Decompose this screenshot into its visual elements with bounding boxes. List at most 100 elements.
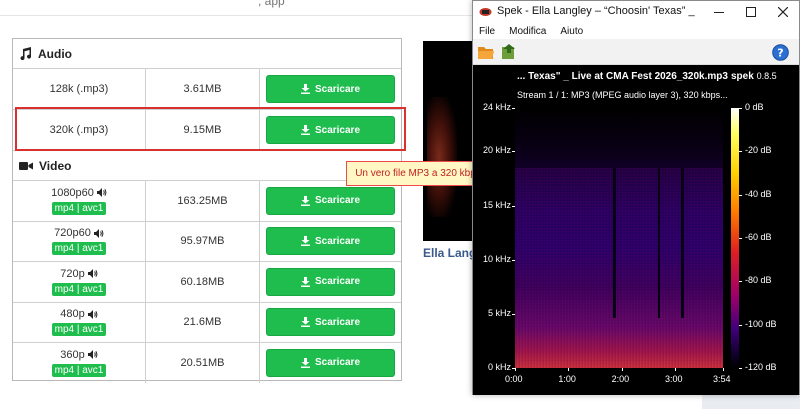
frequency-tick	[512, 108, 515, 109]
db-tick	[739, 238, 742, 239]
db-tick-label: 0 dB	[745, 102, 764, 112]
time-tick	[621, 368, 623, 371]
db-tick	[739, 368, 742, 369]
download-label: Scaricare	[314, 276, 361, 288]
frequency-tick	[512, 259, 515, 261]
minimize-icon	[714, 12, 724, 13]
download-button[interactable]: Scaricare	[266, 186, 395, 215]
spek-window: Spek - Ella Langley – “Choosin' Texas” _…	[472, 0, 800, 395]
download-icon	[300, 357, 310, 368]
time-tick	[723, 368, 724, 371]
db-tick	[739, 108, 742, 109]
table-row: 360p mp4 | avc1 20.51MB Scaricare	[13, 342, 401, 383]
db-tick	[739, 151, 742, 153]
time-tick	[515, 368, 516, 371]
stream-info: Stream 1 / 1: MP3 (MPEG audio layer 3), …	[517, 90, 728, 100]
file-size: 20.51MB	[180, 356, 225, 369]
close-button[interactable]	[767, 1, 799, 23]
time-tick-label: 2:00	[611, 374, 630, 384]
video-thumbnail[interactable]	[423, 41, 475, 241]
help-icon: ?	[771, 43, 789, 61]
quality-label: 720p	[60, 267, 85, 280]
frequency-tick-label: 24 kHz	[482, 102, 511, 112]
open-file-button[interactable]	[476, 42, 496, 62]
frequency-tick	[512, 151, 515, 153]
app-version: 0.8.5	[756, 71, 777, 81]
music-note-icon	[20, 47, 32, 60]
maximize-icon	[746, 7, 756, 17]
file-size: 95.97MB	[180, 235, 225, 248]
download-icon	[300, 317, 310, 328]
quality-label: 1080p60	[51, 186, 94, 199]
file-size: 21.6MB	[183, 316, 222, 329]
table-row: 720p60 mp4 | avc1 95.97MB Scaricare	[13, 220, 401, 261]
download-table: Audio 128k (.mp3) 3.61MB Scaricare 320k …	[12, 38, 402, 383]
highlight-box	[15, 107, 406, 151]
download-icon	[300, 195, 310, 206]
window-title: Spek - Ella Langley – “Choosin' Texas” _…	[497, 5, 697, 17]
file-size: 3.61MB	[183, 83, 222, 95]
frequency-tick-label: 0 kHz	[487, 362, 511, 372]
spectrogram-view[interactable]: ... Texas" _ Live at CMA Fest 2026_320k.…	[473, 65, 799, 395]
menu-bar: File Modifica Aiuto	[473, 23, 799, 39]
speaker-icon	[93, 228, 104, 238]
help-button[interactable]: ?	[770, 42, 790, 62]
db-tick	[739, 281, 742, 283]
title-bar[interactable]: Spek - Ella Langley – “Choosin' Texas” _…	[473, 1, 799, 23]
frequency-tick	[512, 313, 515, 315]
audio-heading: Audio	[38, 46, 72, 61]
video-title[interactable]: Ella Langl	[423, 246, 475, 260]
db-tick	[739, 194, 742, 196]
quality-label: 720p60	[54, 227, 91, 240]
app-name: spek 0.8.5	[731, 71, 777, 82]
codec-badge: mp4 | avc1	[51, 201, 107, 215]
download-icon	[300, 236, 310, 247]
open-folder-icon	[478, 47, 494, 59]
frequency-tick-label: 15 kHz	[482, 199, 511, 210]
codec-badge: mp4 | avc1	[51, 242, 107, 256]
maximize-button[interactable]	[735, 1, 767, 23]
db-tick-label: -80 dB	[745, 275, 772, 286]
save-button[interactable]	[499, 42, 519, 62]
download-button[interactable]: Scaricare	[266, 227, 395, 256]
db-tick-label: -60 dB	[745, 232, 772, 242]
download-label: Scaricare	[314, 357, 361, 369]
spectrogram-image	[515, 108, 723, 368]
file-size: 163.25MB	[177, 194, 228, 207]
download-button[interactable]: Scaricare	[266, 348, 395, 377]
speaker-icon	[96, 188, 107, 198]
download-button[interactable]: Scaricare	[266, 75, 395, 103]
db-tick-label: -20 dB	[745, 145, 772, 156]
table-row: 1080p60 mp4 | avc1 163.25MB Scaricare	[13, 180, 401, 221]
time-tick	[568, 368, 570, 371]
table-row: 480p mp4 | avc1 21.6MB Scaricare	[13, 301, 401, 342]
time-tick-label: 3:54	[713, 374, 731, 384]
video-camera-icon	[19, 161, 33, 170]
quality-label: 480p	[60, 308, 85, 321]
callout-label: Un vero file MP3 a 320 kbps	[346, 161, 490, 186]
menu-file[interactable]: File	[479, 26, 495, 37]
video-section-header: Video	[13, 150, 401, 180]
svg-text:?: ?	[777, 46, 783, 59]
codec-badge: mp4 | avc1	[51, 323, 107, 337]
menu-modifica[interactable]: Modifica	[509, 26, 546, 37]
minimize-button[interactable]	[703, 1, 735, 23]
menu-aiuto[interactable]: Aiuto	[560, 26, 583, 37]
db-tick-label: -100 dB	[745, 318, 777, 329]
download-button[interactable]: Scaricare	[266, 308, 395, 337]
download-button[interactable]: Scaricare	[266, 267, 395, 296]
download-label: Scaricare	[314, 316, 361, 328]
codec-badge: mp4 | avc1	[51, 363, 107, 377]
table-row: 720p mp4 | avc1 60.18MB Scaricare	[13, 261, 401, 302]
top-text: , app	[258, 0, 285, 8]
file-name: ... Texas" _ Live at CMA Fest 2026_320k.…	[517, 71, 728, 82]
time-tick-label: 3:00	[665, 374, 683, 384]
frequency-tick	[512, 205, 515, 207]
time-tick	[675, 368, 676, 371]
frequency-tick-label: 10 kHz	[482, 253, 511, 264]
download-label: Scaricare	[314, 83, 361, 95]
db-tick-label: -40 dB	[745, 188, 772, 199]
download-icon	[300, 276, 310, 287]
db-tick	[739, 324, 742, 326]
spek-app-icon	[479, 8, 492, 16]
